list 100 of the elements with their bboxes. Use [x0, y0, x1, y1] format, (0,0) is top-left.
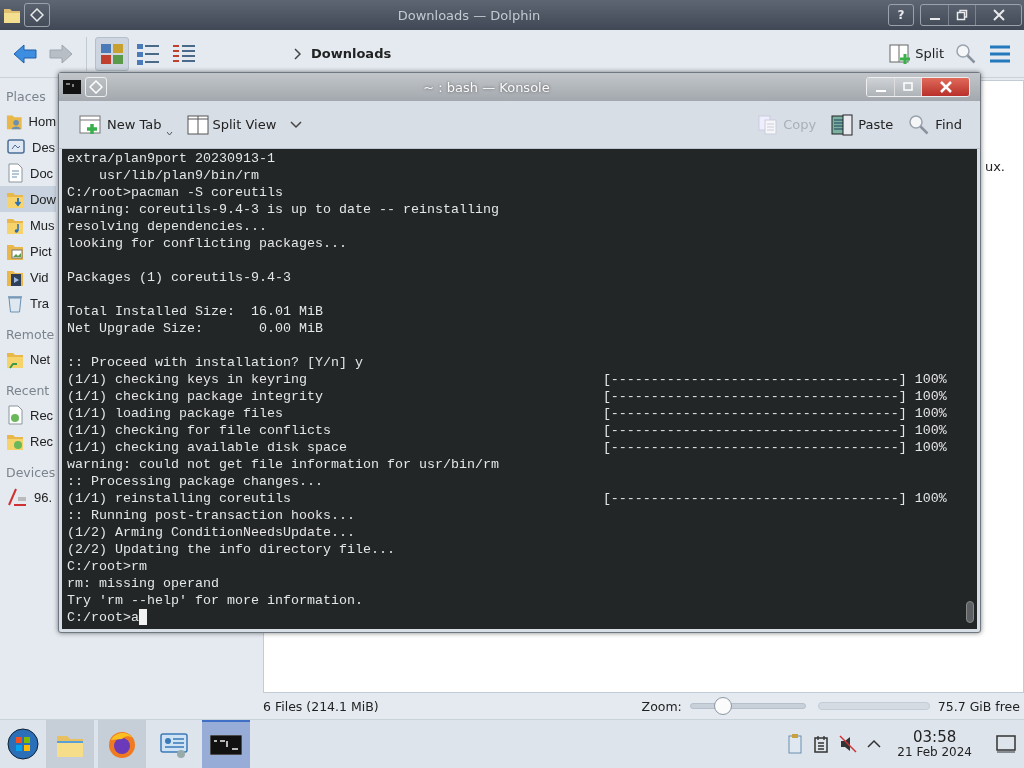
section-header: Places [5, 88, 47, 106]
icons-view-button[interactable] [95, 36, 129, 71]
window-title: ~ : bash — Konsole [422, 79, 551, 95]
free-space-text: 75.7 GiB free [937, 698, 1020, 714]
control-panel-icon [159, 730, 189, 761]
terminal-line: rm: missing operand [67, 576, 219, 591]
sidebar-item[interactable]: Dow [0, 186, 56, 212]
browser-icon [107, 730, 137, 761]
minimize-icon [928, 18, 941, 20]
terminal-line: (1/2) Arming ConditionNeedsUpdate... [67, 525, 355, 540]
terminal-line: (1/1) checking package integrity [67, 389, 323, 404]
diamond-icon [89, 80, 103, 94]
desktop-icon [6, 137, 26, 157]
progress-bar-text: [------------------------------------] [602, 405, 907, 422]
document-icon [6, 163, 24, 183]
breadcrumb-item[interactable]: Downloads [311, 46, 392, 61]
sidebar-item[interactable]: Mus [0, 212, 56, 238]
dropdown-button[interactable] [288, 118, 305, 131]
section-header: Remote [5, 326, 56, 344]
chevron-icon [293, 47, 301, 60]
trash-icon [6, 293, 24, 313]
start-orb-icon [6, 727, 40, 762]
progress-bar-text: [------------------------------------] [602, 439, 907, 456]
status-text: 6 Files (214.1 MiB) [263, 698, 380, 714]
left-arrow-icon [12, 41, 38, 66]
split-view-button[interactable]: Split View [184, 111, 279, 138]
chevron-down-icon [290, 120, 303, 129]
minimize-icon [874, 90, 887, 92]
terminal-icon [210, 735, 242, 756]
new-tab-icon [79, 113, 103, 136]
sidebar-item[interactable]: Hom [0, 108, 56, 134]
terminal-task-button[interactable] [202, 720, 250, 768]
new-tab-button[interactable]: New Tab [77, 111, 175, 138]
drive-icon [6, 487, 28, 507]
zoom-slider[interactable] [689, 696, 806, 717]
sidebar-item[interactable]: Tra [0, 290, 56, 316]
muted-speaker-icon[interactable] [839, 735, 858, 754]
terminal-app-icon [63, 80, 81, 94]
section-header: Recent [5, 382, 51, 400]
browser-task-button[interactable] [98, 720, 146, 768]
search-icon [954, 41, 978, 66]
percent-text: 100% [914, 439, 947, 456]
restore-icon [956, 9, 968, 21]
scrollbar-thumb[interactable] [966, 601, 974, 623]
terminal-line: warning: could not get file information for usr/bin/rm [67, 457, 499, 472]
tray-expand-icon[interactable] [867, 739, 882, 750]
terminal-line: warning: coreutils-9.4-3 is up to date -- reinstalling [67, 202, 499, 217]
terminal-line: extra/plan9port 20230913-1 [67, 151, 275, 166]
percent-text: 100% [914, 490, 947, 507]
close-icon [992, 9, 1005, 21]
sidebar-item[interactable]: Net [0, 346, 56, 372]
split-view-icon [889, 42, 912, 65]
clipboard-tray-icon[interactable] [787, 733, 804, 756]
progress-bar-text: [------------------------------------] [602, 422, 907, 439]
progress-bar-text: [------------------------------------] [602, 371, 907, 388]
help-button[interactable]: ? [888, 4, 914, 26]
terminal-line: :: Proceed with installation? [Y/n] y [67, 355, 363, 370]
percent-text: 100% [914, 371, 947, 388]
terminal-line: (1/1) loading package files [67, 406, 283, 421]
notes-tray-icon[interactable] [813, 735, 830, 754]
split-view-icon [186, 113, 209, 136]
copy-icon [757, 113, 780, 136]
zoom-label: Zoom: [641, 698, 682, 714]
find-button[interactable]: Find [905, 110, 964, 139]
terminal-line: Net Upgrade Size: 0.00 MiB [67, 321, 323, 336]
text-cursor [139, 609, 147, 625]
progress-bar-text: [------------------------------------] [602, 388, 907, 405]
terminal-line: resolving dependencies... [67, 219, 267, 234]
terminal-line: (1/1) checking for file conflicts [67, 423, 331, 438]
terminal-line: (2/2) Updating the info directory file... [67, 542, 395, 557]
sidebar-item[interactable]: Des [0, 134, 56, 160]
terminal-line: usr/lib/plan9/bin/rm [98, 168, 259, 183]
terminal-line: Packages (1) coreutils-9.4-3 [67, 270, 291, 285]
terminal-line: Try 'rm --help' for more information. [67, 593, 363, 608]
content-text: ux. [984, 159, 1005, 174]
clock-date[interactable]: 21 Feb 2024 [897, 745, 972, 759]
sidebar-item[interactable]: Vid [0, 264, 56, 290]
percent-text: 100% [914, 388, 947, 405]
maximize-icon [902, 81, 914, 93]
sidebar-item[interactable]: Rec [0, 428, 56, 454]
diamond-icon [30, 8, 44, 22]
slider-thumb[interactable] [714, 697, 733, 716]
paste-button[interactable]: Paste [828, 110, 896, 139]
terminal-line: (1/1) checking available disk space [67, 440, 347, 455]
terminal-line: C:/root>pacman -S coreutils [67, 185, 283, 200]
window-menu-button[interactable] [24, 3, 50, 27]
terminal-line: looking for conflicting packages... [67, 236, 347, 251]
window-title: Downloads — Dolphin [396, 7, 542, 23]
terminal-line: C:/root>rm [67, 559, 147, 574]
show-desktop-icon[interactable] [996, 735, 1016, 754]
section-header: Devices [5, 464, 56, 482]
sidebar-item[interactable]: Pict [0, 238, 56, 264]
clock-time[interactable]: 03:58 [913, 729, 957, 746]
sidebar-item[interactable]: Doc [0, 160, 56, 186]
sidebar-item[interactable]: Rec [0, 402, 56, 428]
caret-icon [165, 130, 173, 136]
split-button[interactable]: Split [885, 38, 948, 69]
sidebar-item[interactable]: 96. [0, 484, 56, 510]
clipboard-icon [830, 112, 855, 137]
close-icon [939, 81, 952, 93]
